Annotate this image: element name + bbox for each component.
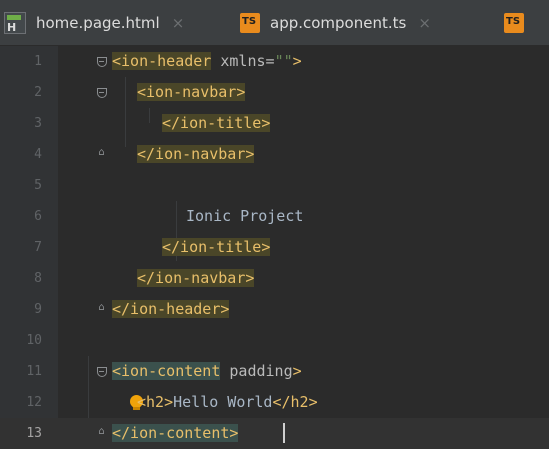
code-text: <ion-content padding> (112, 362, 302, 380)
line-number: 2 (34, 85, 42, 100)
code-text: </ion-header> (112, 300, 230, 318)
code-text: </ion-title> (162, 238, 271, 256)
tab-label: app.component.ts (270, 13, 407, 32)
code-text: </ion-content> (112, 424, 239, 442)
code-line: 12 <h2>Hello World</h2> (0, 387, 549, 418)
line-number: 1 (34, 54, 42, 69)
fold-end-icon[interactable]: ⌂ (96, 426, 107, 437)
editor-tab-bar: H home.page.html × TS app.component.ts ×… (0, 0, 549, 46)
line-number: 13 (26, 426, 42, 441)
line-number: 4 (34, 147, 42, 162)
typescript-file-icon: TS (504, 12, 524, 33)
close-icon[interactable]: × (172, 14, 185, 32)
line-number: 5 (34, 178, 42, 193)
code-editor[interactable]: 1 <ion-header xmlns=""> 2 <ion-navbar> 3… (0, 46, 549, 449)
html-file-icon: H (4, 11, 26, 34)
tab-label: home.page.html (36, 13, 160, 32)
code-line: 8 </ion-navbar> (0, 263, 549, 294)
code-line: 6 Ionic Project (0, 201, 549, 232)
line-number: 11 (26, 364, 42, 379)
code-text: Ionic Project (186, 207, 304, 225)
fold-end-icon[interactable]: ⌂ (96, 147, 107, 158)
code-line: 5 (0, 170, 549, 201)
code-line: 7 </ion-title> (0, 232, 549, 263)
code-text: </ion-title> (162, 114, 271, 132)
code-text: <ion-navbar> (137, 83, 246, 101)
line-number: 6 (34, 209, 42, 224)
code-line: 11 <ion-content padding> (0, 356, 549, 387)
fold-marker-icon[interactable] (96, 366, 107, 377)
line-number: 7 (34, 240, 42, 255)
fold-marker-icon[interactable] (96, 87, 107, 98)
code-line: 2 <ion-navbar> (0, 77, 549, 108)
code-line: 9 ⌂ </ion-header> (0, 294, 549, 325)
tab-app-component-ts[interactable]: TS app.component.ts × (240, 0, 488, 45)
code-line: 10 (0, 325, 549, 356)
line-number: 9 (34, 302, 42, 317)
code-line: 3 </ion-title> (0, 108, 549, 139)
code-text: <ion-header xmlns=""> (112, 52, 302, 70)
line-number: 12 (26, 395, 42, 410)
code-line: 1 <ion-header xmlns=""> (0, 46, 549, 77)
line-number: 8 (34, 271, 42, 286)
fold-end-icon[interactable]: ⌂ (96, 302, 107, 313)
code-text: <h2>Hello World</h2> (137, 393, 318, 411)
tab-home-page-html[interactable]: H home.page.html × (4, 0, 240, 45)
line-number: 10 (26, 333, 42, 348)
code-text: </ion-navbar> (137, 145, 255, 163)
text-caret (283, 423, 285, 443)
fold-marker-icon[interactable] (96, 56, 107, 67)
code-line-current: 13 ⌂ </ion-content> (0, 418, 549, 449)
code-line: 4 ⌂ </ion-navbar> (0, 139, 549, 170)
typescript-file-icon: TS (240, 12, 260, 33)
tab-overflow-ts[interactable]: TS (504, 0, 549, 45)
line-number: 3 (34, 116, 42, 131)
code-text: </ion-navbar> (137, 269, 255, 287)
close-icon[interactable]: × (418, 14, 431, 32)
